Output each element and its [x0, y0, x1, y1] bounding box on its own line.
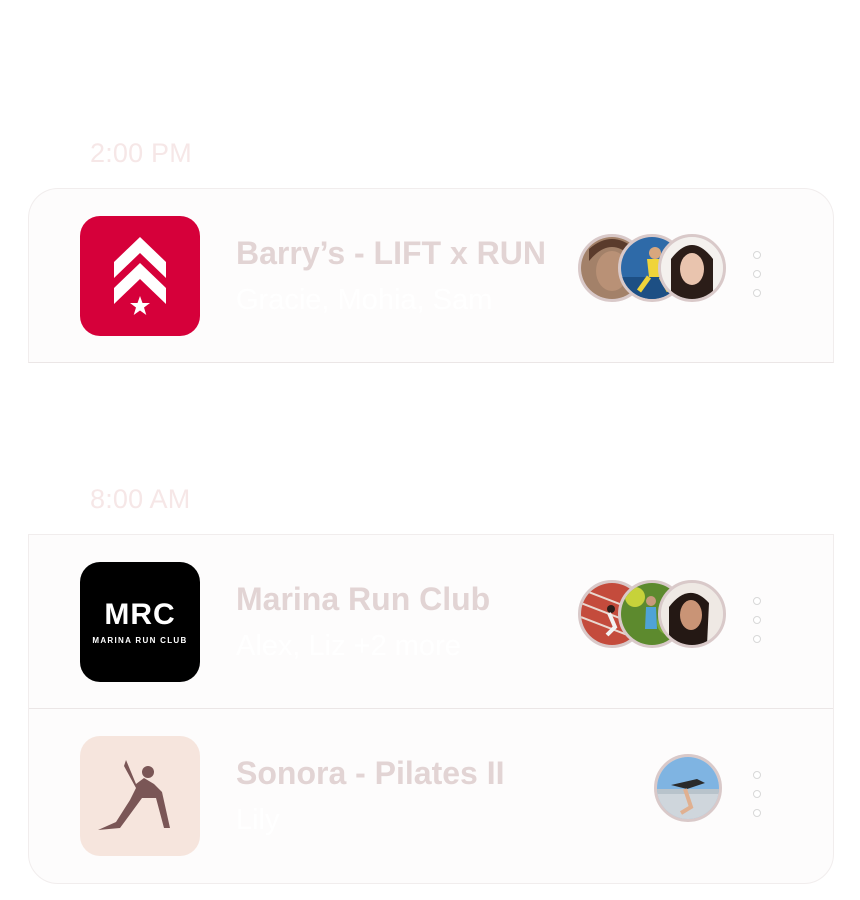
barrys-logo-icon [80, 216, 200, 336]
time-label-2pm: 2:00 PM [90, 138, 192, 168]
event-group-8am: MRC MARINA RUN CLUB Marina Run Club Alex… [28, 534, 834, 884]
time-label-8am: 8:00 AM [90, 484, 191, 514]
event-title: Barry’s - LIFT x RUN [236, 235, 546, 271]
avatar [654, 754, 722, 822]
mrc-logo-subtext: MARINA RUN CLUB [92, 636, 188, 645]
event-attendees: Alex, Liz +2 more [236, 630, 461, 662]
event-attendees: Gracie, Mohia, Sam [236, 284, 493, 316]
mrc-logo-icon: MRC MARINA RUN CLUB [80, 562, 200, 682]
more-options-icon[interactable] [751, 251, 763, 297]
event-row-marina-run-club[interactable]: MRC MARINA RUN CLUB Marina Run Club Alex… [29, 535, 833, 708]
mrc-logo-text: MRC [104, 598, 176, 631]
avatar [658, 234, 726, 302]
more-options-icon[interactable] [751, 771, 763, 817]
event-title: Sonora - Pilates II [236, 755, 505, 791]
avatar [658, 580, 726, 648]
event-row-barrys[interactable]: Barry’s - LIFT x RUN Gracie, Mohia, Sam [29, 189, 833, 362]
event-group-2pm: Barry’s - LIFT x RUN Gracie, Mohia, Sam [28, 188, 834, 363]
yoga-pose-logo-icon [80, 736, 200, 856]
event-title: Marina Run Club [236, 581, 491, 617]
event-attendees: Lily [236, 804, 280, 836]
more-options-icon[interactable] [751, 597, 763, 643]
event-row-sonora-pilates[interactable]: Sonora - Pilates II Lily [29, 708, 833, 883]
